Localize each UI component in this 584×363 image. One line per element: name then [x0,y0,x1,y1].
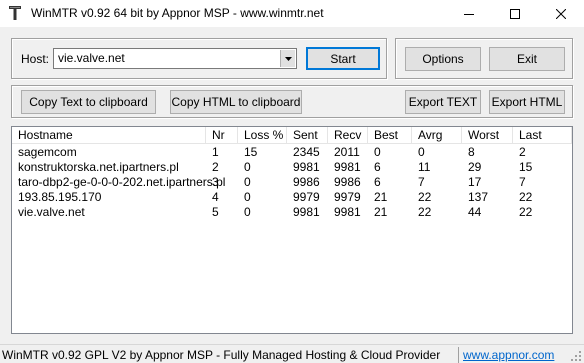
results-table[interactable]: Hostname Nr Loss % Sent Recv Best Avrg W… [11,126,573,334]
dropdown-arrow-icon [284,56,292,61]
cell-recv: 9981 [334,205,361,219]
cell-avrg: 11 [418,160,431,174]
cell-loss: 0 [244,160,251,174]
options-button[interactable]: Options [405,47,481,71]
appnor-link[interactable]: www.appnor.com [463,348,554,362]
column-header-nr[interactable]: Nr [206,127,238,144]
cell-avrg: 22 [418,190,432,204]
host-label: Host: [21,52,50,66]
cell-avrg: 22 [418,205,432,219]
copy-html-button[interactable]: Copy HTML to clipboard [170,90,302,114]
cell-last: 7 [519,175,526,189]
cell-hostname: konstruktorska.net.ipartners.pl [18,160,179,174]
column-header-worst[interactable]: Worst [462,127,513,144]
cell-recv: 9986 [334,175,361,189]
cell-hostname: taro-dbp2-ge-0-0-0-202.net.ipartners.pl [18,175,226,189]
table-row[interactable]: sagemcom 1 15 2345 2011 0 0 8 2 [12,145,572,160]
cell-best: 0 [374,145,381,159]
cell-best: 6 [374,175,381,189]
table-row[interactable]: konstruktorska.net.ipartners.pl 2 0 9981… [12,160,572,175]
cell-hostname: vie.valve.net [18,205,85,219]
cell-best: 21 [374,190,388,204]
exit-button[interactable]: Exit [489,47,565,71]
table-row[interactable]: taro-dbp2-ge-0-0-0-202.net.ipartners.pl … [12,175,572,190]
cell-best: 6 [374,160,381,174]
cell-loss: 0 [244,190,251,204]
cell-worst: 29 [468,160,482,174]
cell-nr: 1 [212,145,219,159]
copy-text-button[interactable]: Copy Text to clipboard [21,90,156,114]
cell-last: 22 [519,205,533,219]
cell-recv: 9979 [334,190,361,204]
cell-sent: 9981 [293,160,320,174]
close-button[interactable] [538,0,584,27]
status-divider [458,347,459,363]
maximize-button[interactable] [492,0,538,27]
status-text: WinMTR v0.92 GPL V2 by Appnor MSP - Full… [2,348,441,362]
app-icon [9,6,21,20]
cell-avrg: 7 [418,175,425,189]
cell-worst: 8 [468,145,475,159]
export-html-button[interactable]: Export HTML [489,90,565,114]
column-header-avrg[interactable]: Avrg [412,127,462,144]
cell-nr: 5 [212,205,219,219]
host-dropdown-button[interactable] [280,50,295,67]
cell-avrg: 0 [418,145,425,159]
cell-best: 21 [374,205,388,219]
cell-hostname: sagemcom [18,145,77,159]
size-grip-icon[interactable] [570,350,582,362]
window-title: WinMTR v0.92 64 bit by Appnor MSP - www.… [31,6,324,20]
cell-sent: 9979 [293,190,320,204]
table-row[interactable]: 193.85.195.170 4 0 9979 9979 21 22 137 2… [12,190,572,205]
minimize-icon [464,13,474,15]
column-header-sent[interactable]: Sent [287,127,328,144]
title-bar[interactable]: WinMTR v0.92 64 bit by Appnor MSP - www.… [0,0,584,27]
column-header-best[interactable]: Best [368,127,412,144]
cell-worst: 137 [468,190,489,204]
maximize-icon [510,8,520,19]
cell-sent: 9986 [293,175,320,189]
host-input[interactable]: vie.valve.net [58,51,125,65]
column-header-recv[interactable]: Recv [328,127,368,144]
cell-nr: 4 [212,190,219,204]
table-header: Hostname Nr Loss % Sent Recv Best Avrg W… [12,127,572,144]
cell-loss: 0 [244,175,251,189]
table-row[interactable]: vie.valve.net 5 0 9981 9981 21 22 44 22 [12,205,572,220]
cell-loss: 0 [244,205,251,219]
cell-loss: 15 [244,145,258,159]
cell-recv: 2011 [334,145,360,159]
cell-nr: 3 [212,175,219,189]
column-header-hostname[interactable]: Hostname [12,127,206,144]
cell-sent: 9981 [293,205,320,219]
cell-last: 22 [519,190,533,204]
cell-last: 15 [519,160,533,174]
minimize-button[interactable] [446,0,492,27]
cell-sent: 2345 [293,145,320,159]
cell-recv: 9981 [334,160,361,174]
cell-worst: 17 [468,175,482,189]
cell-hostname: 193.85.195.170 [18,190,102,204]
column-header-last[interactable]: Last [513,127,572,144]
export-text-button[interactable]: Export TEXT [405,90,481,114]
start-button[interactable]: Start [306,47,380,70]
host-combobox[interactable]: vie.valve.net [53,48,297,69]
column-header-loss[interactable]: Loss % [238,127,287,144]
cell-last: 2 [519,145,526,159]
status-bar: WinMTR v0.92 GPL V2 by Appnor MSP - Full… [0,344,584,363]
close-icon [556,8,566,19]
cell-worst: 44 [468,205,482,219]
cell-nr: 2 [212,160,219,174]
